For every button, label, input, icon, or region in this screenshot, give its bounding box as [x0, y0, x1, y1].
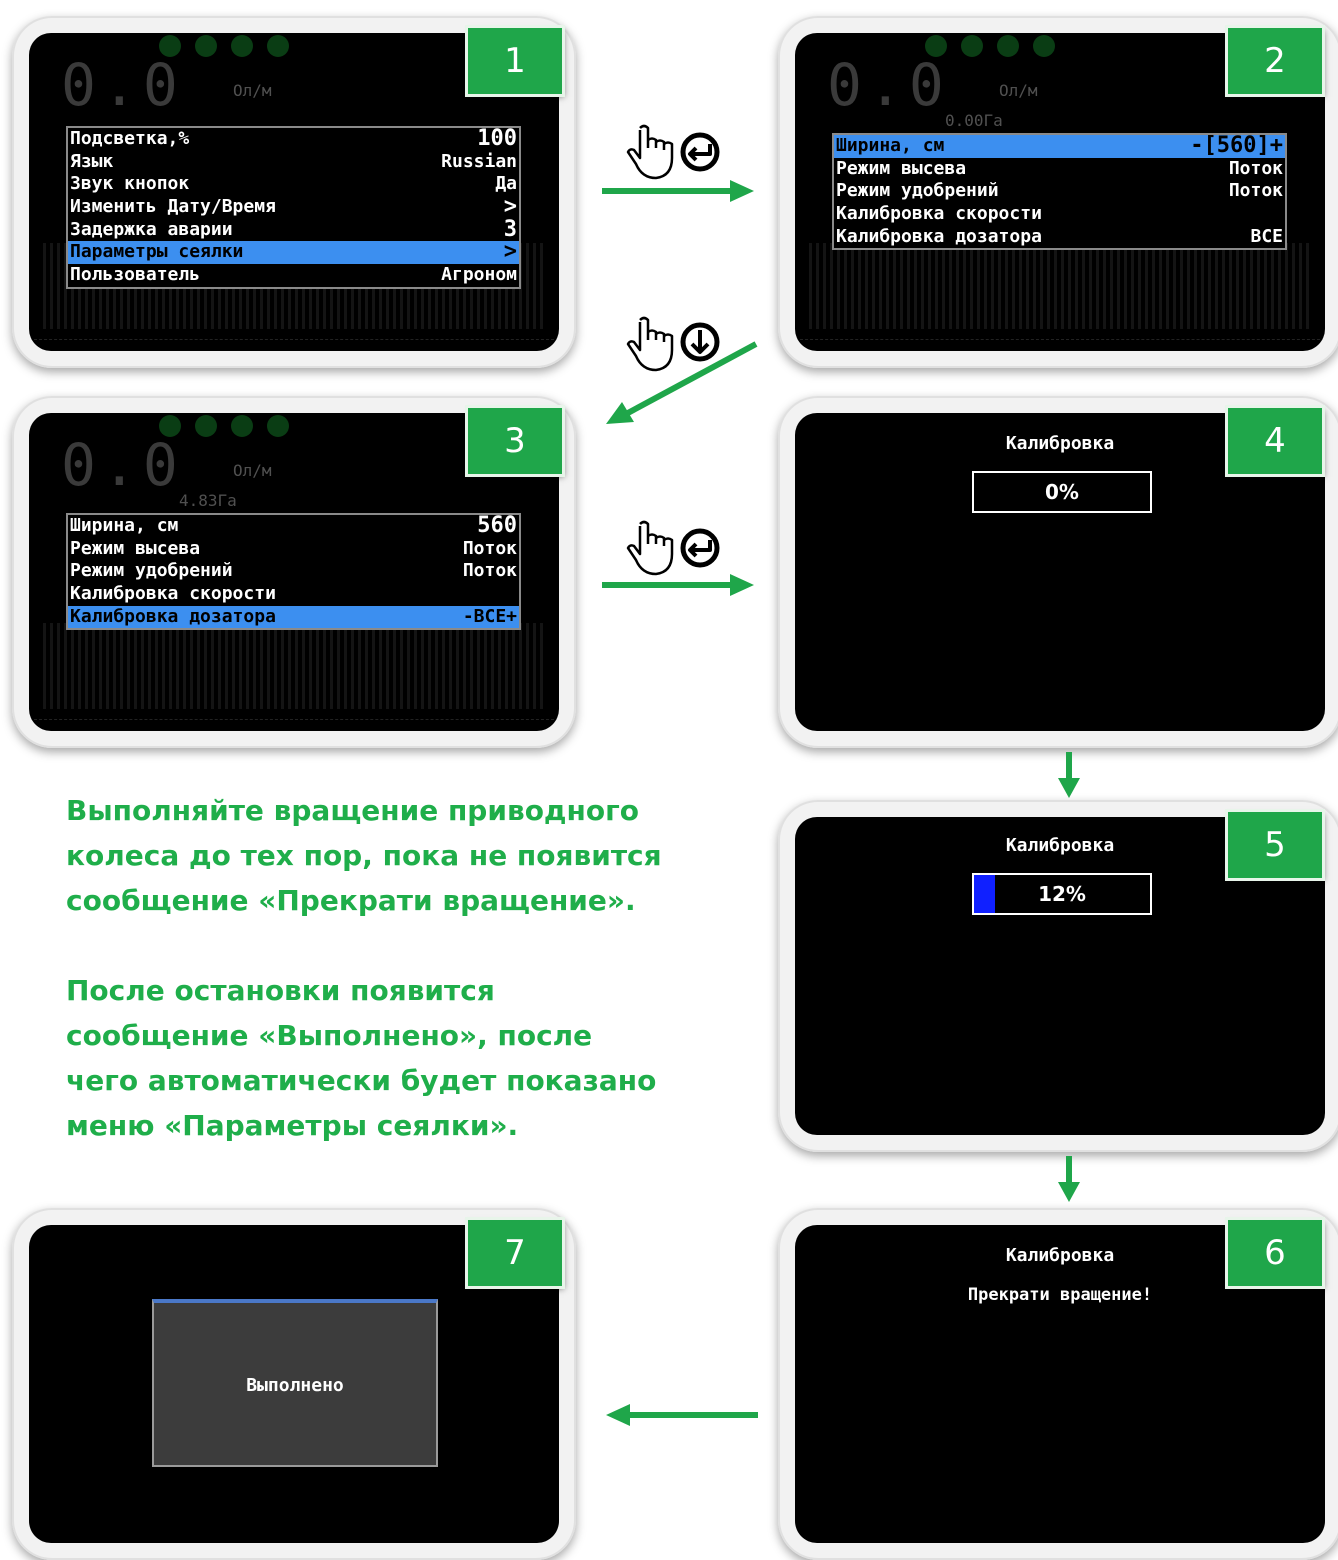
step-number-badge: 1 [468, 28, 562, 94]
menu-item-label: Параметры сеялки [70, 241, 244, 263]
menu-item-fertilizer-mode[interactable]: Режим удобрений Поток [68, 560, 519, 583]
green-arrow-icon [1056, 752, 1082, 800]
instruction-line: колеса до тех пор, пока не появится [66, 839, 662, 872]
instruction-line: сообщение «Прекрати вращение». [66, 884, 636, 917]
menu-item-seeding-mode[interactable]: Режим высева Поток [834, 158, 1285, 181]
instruction-line: После остановки появится [66, 974, 495, 1007]
step-number-badge: 2 [1228, 28, 1322, 94]
hand-enter-icon [626, 122, 726, 182]
menu-item-value: Поток [462, 560, 517, 582]
menu-item-value: Russian [441, 150, 517, 172]
menu-item-speed-calibration[interactable]: Калибровка скорости [834, 203, 1285, 226]
rate-units: Ол/м [999, 81, 1038, 100]
menu-item-label: Звук кнопок [70, 173, 190, 195]
menu-item-label: Ширина, см [836, 135, 945, 156]
menu-item-value: ВСЕ [1250, 225, 1283, 247]
menu-item-value: Агроном [441, 264, 517, 286]
menu-item-meter-calibration[interactable]: Калибровка дозатора ВСЕ [834, 226, 1285, 249]
menu-item-language[interactable]: Язык Russian [68, 151, 519, 174]
menu-item-value: Да [495, 173, 517, 195]
menu-item-label: Подсветка,% [70, 128, 190, 149]
calibration-progress-bar: 0% [972, 471, 1152, 513]
green-arrow-icon [602, 572, 758, 598]
area-readout: 4.83Га [179, 491, 237, 510]
width-stepper[interactable]: -[560]+ [1190, 134, 1283, 158]
green-arrow-icon [604, 340, 760, 430]
green-arrow-icon [602, 178, 758, 204]
menu-item-label: Калибровка дозатора [836, 225, 1042, 247]
menu-item-date-time[interactable]: Изменить Дату/Время > [68, 194, 519, 220]
seeder-params-menu: Ширина, см 560 Режим высева Поток Режим уд… [66, 513, 521, 631]
menu-item-user[interactable]: Пользователь Агроном [68, 264, 519, 287]
step-2-panel: 0.0 Ол/м 0.00Га Ширина, см -[560]+ Режим … [778, 16, 1338, 368]
rate-units: Ол/м [233, 461, 272, 480]
menu-item-seeder-params[interactable]: Параметры сеялки > [68, 239, 519, 265]
chevron-right-icon: > [503, 194, 517, 220]
instruction-line: сообщение «Выполнено», после [66, 1019, 593, 1052]
step-1-panel: 0.0 Ол/м Подсветка,% 100 Язык Russian Звук… [12, 16, 576, 368]
step-5-panel: Калибровка 12% 5 [778, 800, 1338, 1152]
menu-item-width[interactable]: Ширина, см -[560]+ [834, 134, 1285, 158]
menu-item-label: Язык [70, 150, 114, 172]
calibration-progress-bar: 12% [972, 873, 1152, 915]
chevron-right-icon: > [503, 239, 517, 265]
speed-readout: 0.0 [61, 431, 184, 499]
menu-item-label: Калибровка дозатора [70, 605, 276, 627]
menu-item-label: Изменить Дату/Время [70, 196, 276, 218]
settings-menu: Подсветка,% 100 Язык Russian Звук кнопок Да… [66, 126, 521, 289]
menu-item-meter-calibration[interactable]: Калибровка дозатора -ВСЕ+ [68, 605, 519, 629]
speed-readout: 0.0 [61, 51, 184, 119]
menu-item-label: Режим удобрений [836, 180, 999, 202]
done-dialog: Выполнено [152, 1299, 438, 1467]
menu-item-label: Ширина, см [70, 515, 179, 536]
done-message: Выполнено [246, 1375, 344, 1396]
menu-item-label: Режим удобрений [70, 560, 233, 582]
menu-item-value: Поток [462, 537, 517, 559]
menu-item-value: 560 [477, 513, 517, 538]
meter-stepper[interactable]: -ВСЕ+ [463, 606, 517, 629]
area-readout: 0.00Га [945, 111, 1003, 130]
menu-item-value: 100 [477, 126, 517, 151]
instruction-paragraph-2: После остановки появится сообщение «Выпо… [66, 968, 706, 1148]
menu-item-label: Пользователь [70, 264, 201, 286]
step-6-panel: Калибровка Прекрати вращение! 6 [778, 1208, 1338, 1560]
menu-item-seeding-mode[interactable]: Режим высева Поток [68, 538, 519, 561]
step-number-badge: 4 [1228, 408, 1322, 474]
seeder-params-menu: Ширина, см -[560]+ Режим высева Поток Режи… [832, 133, 1287, 251]
step-number-badge: 3 [468, 408, 562, 474]
menu-item-label: Режим высева [836, 157, 967, 179]
step-number-badge: 7 [468, 1220, 562, 1286]
stop-rotation-message: Прекрати вращение! [967, 1285, 1153, 1305]
green-arrow-icon [602, 1402, 758, 1428]
menu-item-fertilizer-mode[interactable]: Режим удобрений Поток [834, 180, 1285, 203]
instruction-line: Выполняйте вращение приводного [66, 794, 639, 827]
menu-item-label: Калибровка скорости [836, 203, 1042, 225]
menu-item-key-sound[interactable]: Звук кнопок Да [68, 173, 519, 196]
speed-readout: 0.0 [827, 51, 950, 119]
menu-item-label: Калибровка скорости [70, 583, 276, 605]
step-number-badge: 6 [1228, 1220, 1322, 1286]
menu-item-alarm-delay[interactable]: Задержка аварии 3 [68, 216, 519, 242]
menu-item-value: 3 [503, 216, 517, 242]
menu-item-backlight[interactable]: Подсветка,% 100 [68, 126, 519, 151]
step-number-badge: 5 [1228, 812, 1322, 878]
menu-item-value: Поток [1228, 180, 1283, 202]
green-arrow-icon [1056, 1156, 1082, 1204]
step-3-panel: 0.0 Ол/м 4.83Га Ширина, см 560 Режим высе… [12, 396, 576, 748]
menu-item-width[interactable]: Ширина, см 560 [68, 513, 519, 538]
instruction-line: чего автоматически будет показано [66, 1064, 657, 1097]
rate-units: Ол/м [233, 81, 272, 100]
progress-percent: 12% [1038, 882, 1086, 906]
progress-percent: 0% [1045, 480, 1079, 504]
menu-item-speed-calibration[interactable]: Калибровка скорости [68, 583, 519, 606]
menu-item-label: Задержка аварии [70, 218, 233, 240]
step-7-panel: Выполнено 7 [12, 1208, 576, 1560]
step-4-panel: Калибровка 0% 4 [778, 396, 1338, 748]
menu-item-label: Режим высева [70, 537, 201, 559]
instruction-line: меню «Параметры сеялки». [66, 1109, 519, 1142]
instruction-paragraph-1: Выполняйте вращение приводного колеса до… [66, 788, 706, 923]
hand-enter-icon [626, 518, 726, 578]
menu-item-value: Поток [1228, 157, 1283, 179]
